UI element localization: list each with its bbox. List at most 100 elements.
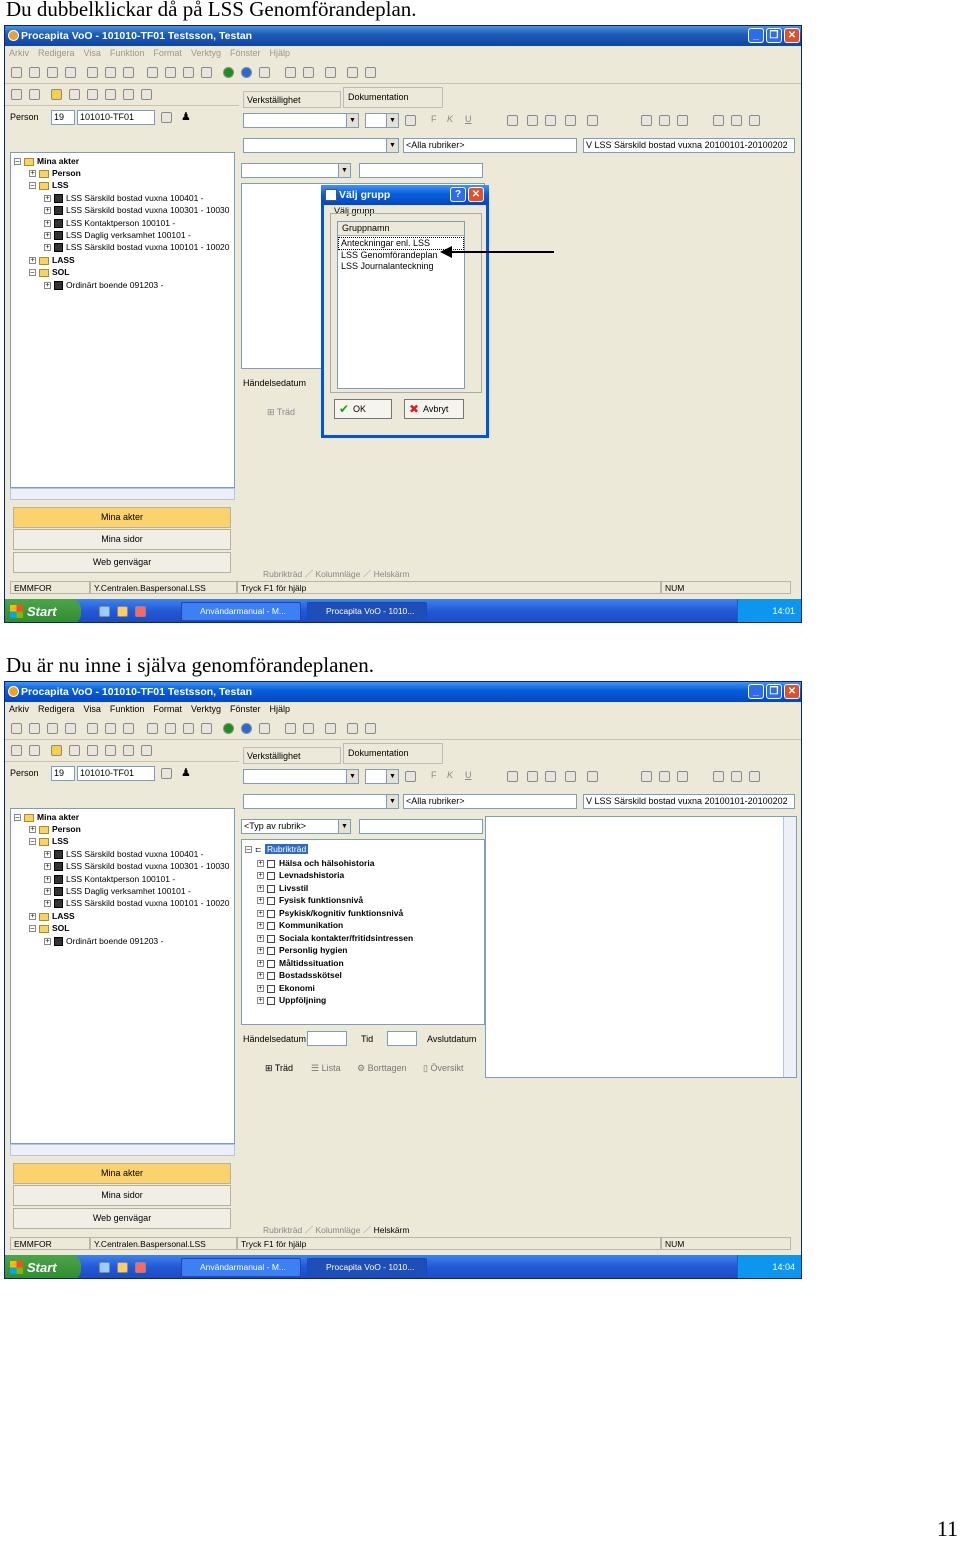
undo-icon[interactable] — [201, 723, 212, 734]
taskbar-manual[interactable]: Användarmanual - M... — [181, 1258, 301, 1277]
menu-funktion[interactable]: Funktion — [110, 704, 145, 714]
ie-icon[interactable] — [99, 606, 110, 617]
rubric-item[interactable]: + Fysisk funktionsnivå — [257, 894, 363, 906]
bullet-icon[interactable] — [325, 723, 336, 734]
save-icon[interactable] — [47, 67, 58, 78]
person-number-field[interactable]: 19 — [51, 110, 75, 125]
print-preview-icon[interactable] — [105, 67, 116, 78]
menu-visa[interactable]: Visa — [84, 48, 101, 58]
restore-button[interactable]: ❐ — [766, 684, 782, 699]
save-doc-icon[interactable] — [749, 771, 760, 782]
underline-icon[interactable]: U — [465, 770, 472, 780]
whats-this-icon[interactable] — [259, 723, 270, 734]
calendar-icon[interactable] — [141, 745, 152, 756]
menu-redigera[interactable]: Redigera — [38, 48, 75, 58]
star-icon[interactable] — [51, 89, 62, 100]
info-icon[interactable] — [223, 723, 234, 734]
star-icon[interactable] — [51, 745, 62, 756]
rubric-item[interactable]: + Ekonomi — [257, 982, 315, 994]
refresh-icon[interactable] — [69, 745, 80, 756]
filter-field[interactable]: ▼ — [243, 794, 399, 809]
font-name-select[interactable]: ▼ — [243, 113, 359, 128]
cut-icon[interactable] — [147, 723, 158, 734]
align-right-icon[interactable] — [545, 771, 556, 782]
quicklaunch-icon[interactable] — [117, 606, 128, 617]
print-icon[interactable] — [87, 723, 98, 734]
rubric-select[interactable]: <Alla rubriker> — [403, 138, 577, 153]
prev-record-icon[interactable] — [303, 67, 314, 78]
rubric-item[interactable]: + Personlig hygien — [257, 944, 348, 956]
menu-arkiv[interactable]: Arkiv — [9, 704, 29, 714]
tree-node-lss-5[interactable]: + LSS Särskild bostad vuxna 100101 - 1002… — [44, 241, 230, 253]
settings-icon[interactable] — [713, 771, 724, 782]
refresh-icon[interactable] — [69, 89, 80, 100]
person-number-field[interactable]: 19 — [51, 766, 75, 781]
tab-dokumentation[interactable]: Dokumentation — [343, 87, 443, 108]
decision-select[interactable]: V LSS Särskild bostad vuxna 20100101-201… — [583, 794, 795, 809]
copy-icon[interactable] — [165, 67, 176, 78]
tree-node-lass[interactable]: + LASS — [29, 254, 75, 266]
close-button[interactable]: ✕ — [784, 28, 800, 43]
taskbar-manual[interactable]: Användarmanual - M... — [181, 602, 301, 621]
sort-icon[interactable] — [29, 745, 40, 756]
paste-icon[interactable] — [183, 723, 194, 734]
menu-format[interactable]: Format — [153, 48, 182, 58]
person-id-field[interactable]: 101010-TF01 — [77, 766, 155, 781]
event-date-field[interactable] — [307, 1031, 347, 1046]
restore-button[interactable]: ❐ — [766, 28, 782, 43]
tab-dokumentation[interactable]: Dokumentation — [343, 743, 443, 764]
font-icon[interactable] — [123, 745, 134, 756]
align-right-icon[interactable] — [545, 115, 556, 126]
image-icon[interactable] — [641, 771, 652, 782]
taskbar-procapita[interactable]: Procapita VoO - 1010... — [307, 1258, 427, 1277]
note-icon[interactable] — [87, 745, 98, 756]
rubric-item[interactable]: + Bostadsskötsel — [257, 969, 342, 981]
find-icon[interactable] — [123, 723, 134, 734]
dialog-help-button[interactable]: ? — [450, 187, 466, 202]
menu-hjalp[interactable]: Hjälp — [269, 704, 290, 714]
menu-fonster[interactable]: Fönster — [230, 48, 261, 58]
nav-web-genvagar[interactable]: Web genvägar — [13, 552, 231, 573]
help-icon[interactable] — [241, 723, 252, 734]
lock-icon[interactable] — [731, 771, 742, 782]
image-icon[interactable] — [641, 115, 652, 126]
start-button[interactable]: Start — [5, 599, 81, 622]
align-left-icon[interactable] — [507, 771, 518, 782]
calendar-icon[interactable] — [141, 89, 152, 100]
search-person-icon[interactable] — [161, 112, 172, 123]
open-icon[interactable] — [29, 723, 40, 734]
print-icon[interactable] — [87, 67, 98, 78]
tree-hscrollbar[interactable] — [10, 1144, 235, 1156]
view-tree-button[interactable]: ⊞ Träd — [267, 407, 295, 418]
menu-hjalp[interactable]: Hjälp — [269, 48, 290, 58]
save-icon[interactable] — [47, 723, 58, 734]
sort-icon[interactable] — [29, 89, 40, 100]
document-editor[interactable] — [485, 816, 797, 1078]
minimize-button[interactable]: _ — [748, 684, 764, 699]
rubric-item[interactable]: + Psykisk/kognitiv funktionsnivå — [257, 907, 403, 919]
tree-node-root[interactable]: – Mina akter — [14, 155, 79, 167]
tree-node-root[interactable]: – Mina akter — [14, 811, 79, 823]
font-icon[interactable] — [123, 89, 134, 100]
align-center-icon[interactable] — [527, 115, 538, 126]
group-item-journalanteckning[interactable]: LSS Journalanteckning — [338, 261, 464, 272]
acrobat-icon[interactable] — [135, 1262, 146, 1273]
rubric-item[interactable]: + Levnadshistoria — [257, 869, 344, 881]
delete-icon[interactable] — [65, 67, 76, 78]
editor-vscrollbar[interactable] — [783, 817, 796, 1077]
taskbar-procapita[interactable]: Procapita VoO - 1010... — [307, 602, 427, 621]
tools-icon[interactable] — [677, 115, 688, 126]
view-overview-button[interactable]: ▯ Översikt — [423, 1063, 463, 1074]
menu-redigera[interactable]: Redigera — [38, 704, 75, 714]
rubric-item[interactable]: + Sociala kontakter/fritidsintressen — [257, 932, 413, 944]
font-size-select[interactable]: ▼ — [365, 769, 399, 784]
tree-node-person[interactable]: + Person — [29, 823, 81, 835]
decision-select[interactable]: V LSS Särskild bostad vuxna 20100101-201… — [583, 138, 795, 153]
undo-icon[interactable] — [201, 67, 212, 78]
nav-mina-sidor[interactable]: Mina sidor — [13, 529, 231, 550]
next-record-icon[interactable] — [347, 723, 358, 734]
tree-node-sol[interactable]: – SOL — [29, 266, 69, 278]
close-button[interactable]: ✕ — [784, 684, 800, 699]
rubric-root[interactable]: – ⊏ Rubrikträd — [245, 843, 309, 855]
last-record-icon[interactable] — [365, 723, 376, 734]
